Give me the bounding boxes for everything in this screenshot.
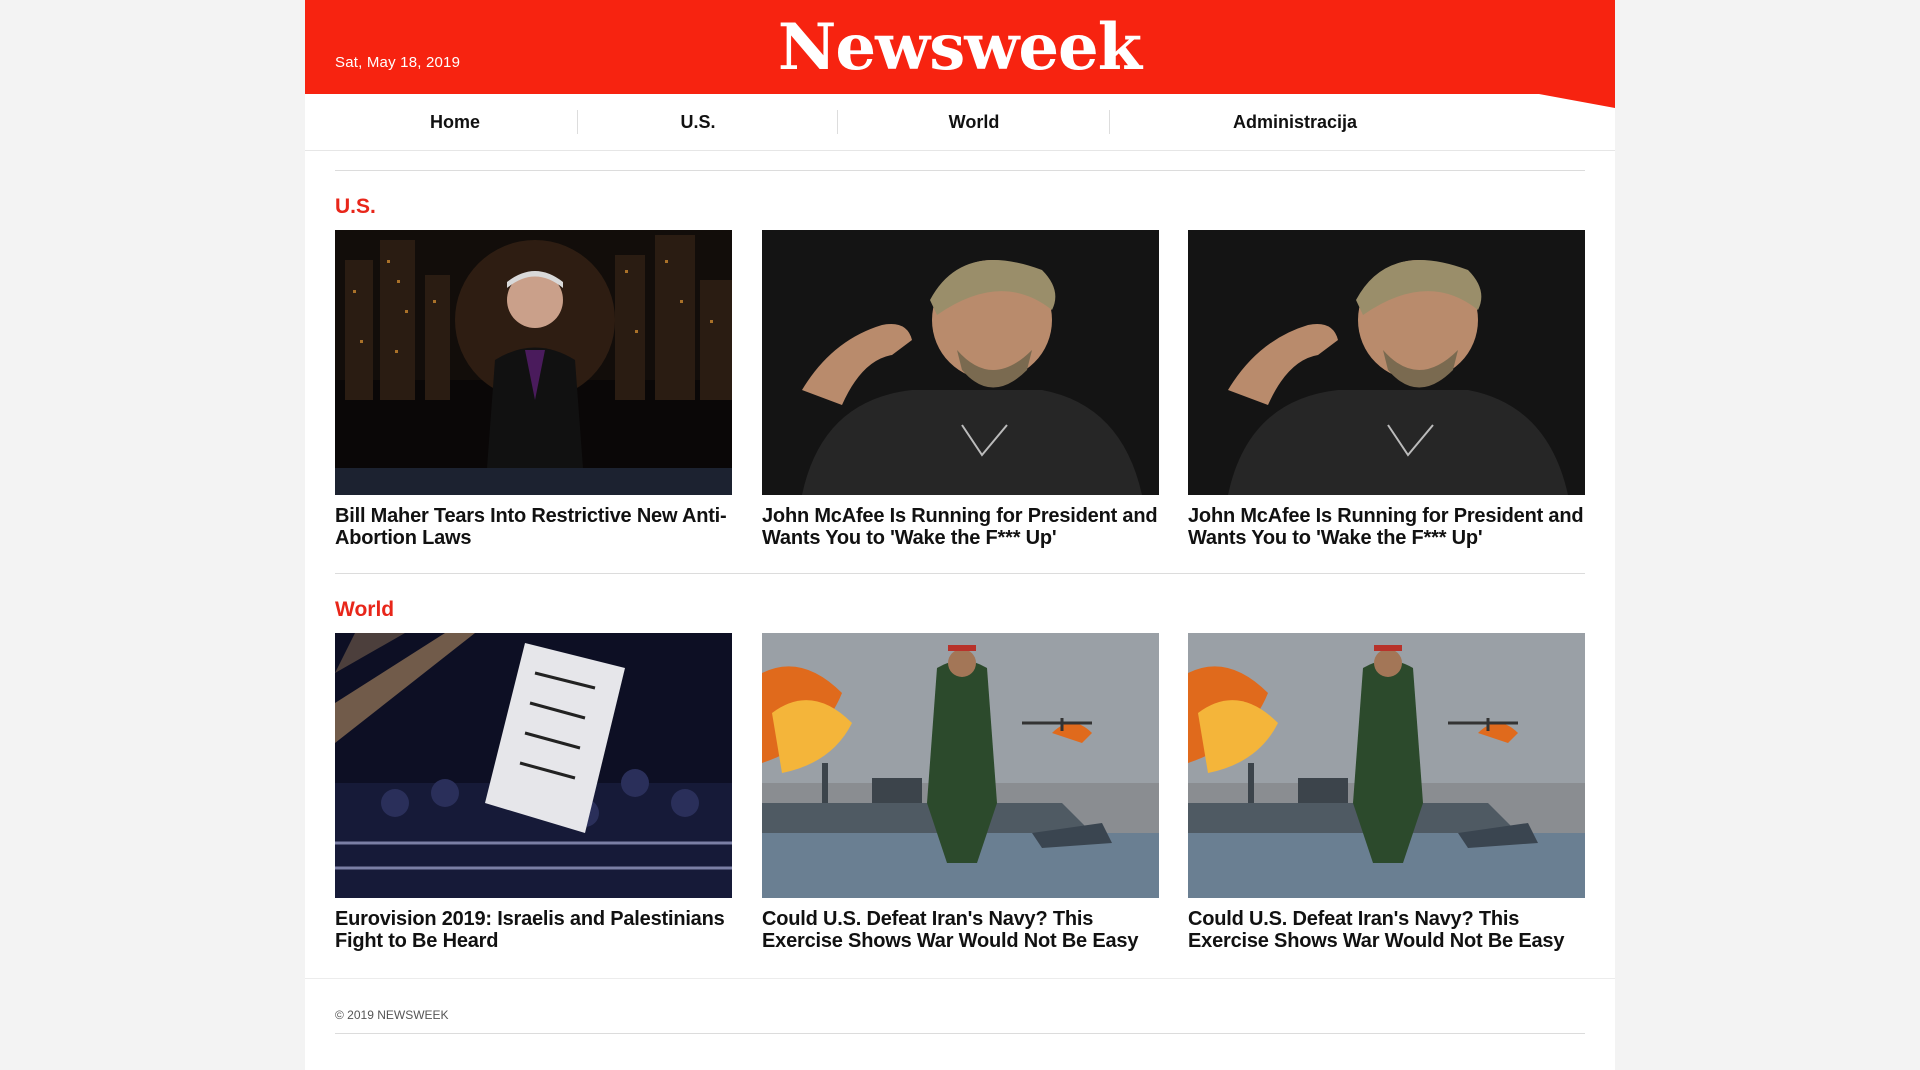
divider — [305, 978, 1615, 979]
nav-item-administracija[interactable]: Administracija — [1110, 94, 1480, 150]
article-card[interactable]: John McAfee Is Running for President and… — [1188, 230, 1585, 549]
article-card[interactable]: Could U.S. Defeat Iran's Navy? This Exer… — [1188, 633, 1585, 952]
tv-host-studio-photo[interactable] — [335, 230, 732, 495]
logo-text: Newsweek — [777, 10, 1142, 85]
nav-item-world[interactable]: World — [838, 94, 1110, 150]
man-portrait-photo[interactable] — [762, 230, 1159, 495]
article-title[interactable]: John McAfee Is Running for President and… — [762, 505, 1159, 549]
nav-item-us[interactable]: U.S. — [578, 94, 818, 150]
masthead: Sat, May 18, 2019 Newsweek® — [305, 0, 1615, 105]
header-date: Sat, May 18, 2019 — [335, 54, 461, 71]
nav-item-home[interactable]: Home — [335, 94, 575, 150]
article-card[interactable]: John McAfee Is Running for President and… — [762, 230, 1159, 549]
article-card[interactable]: Eurovision 2019: Israelis and Palestinia… — [335, 633, 732, 952]
navy-mural-photo[interactable] — [762, 633, 1159, 898]
divider — [335, 573, 1585, 574]
article-title[interactable]: Eurovision 2019: Israelis and Palestinia… — [335, 908, 732, 952]
newsweek-logo[interactable]: Newsweek® — [760, 8, 1170, 105]
article-title[interactable]: Could U.S. Defeat Iran's Navy? This Exer… — [762, 908, 1159, 952]
article-title[interactable]: Bill Maher Tears Into Restrictive New An… — [335, 505, 732, 549]
article-card[interactable]: Could U.S. Defeat Iran's Navy? This Exer… — [762, 633, 1159, 952]
page: Sat, May 18, 2019 Newsweek® Home U.S. Wo… — [305, 0, 1615, 1070]
section-title-world[interactable]: World — [335, 598, 394, 622]
divider — [335, 170, 1585, 171]
man-portrait-photo[interactable] — [1188, 230, 1585, 495]
article-card[interactable]: Bill Maher Tears Into Restrictive New An… — [335, 230, 732, 549]
divider — [335, 1033, 1585, 1034]
footer-copyright: © 2019 NEWSWEEK — [335, 1008, 449, 1022]
navy-mural-photo[interactable] — [1188, 633, 1585, 898]
section-title-us[interactable]: U.S. — [335, 195, 376, 219]
main-nav: Home U.S. World Administracija — [305, 94, 1615, 151]
article-title[interactable]: John McAfee Is Running for President and… — [1188, 505, 1585, 549]
article-title[interactable]: Could U.S. Defeat Iran's Navy? This Exer… — [1188, 908, 1585, 952]
concert-protest-banner-photo[interactable] — [335, 633, 732, 898]
